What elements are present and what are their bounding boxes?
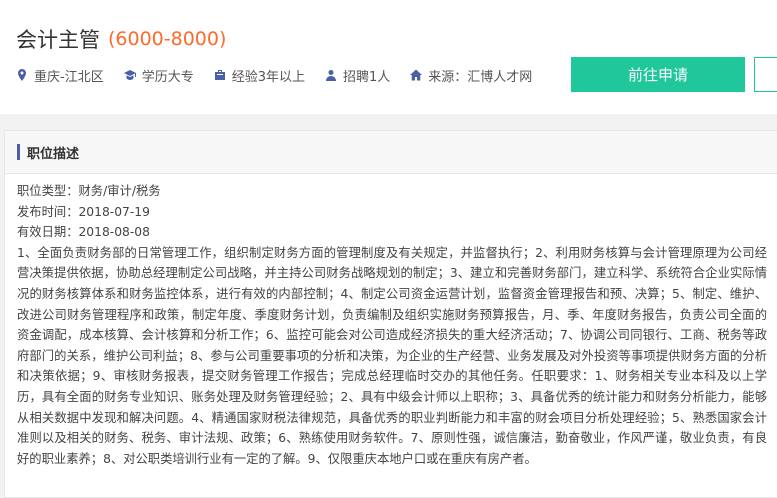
section-body: 职位类型：财务/审计/税务 发布时间：2018-07-19 有效日期：2018-… (17, 181, 767, 469)
meta-source: 来源：汇博人才网 (410, 66, 532, 85)
section-header: 职位描述 (5, 131, 777, 174)
publish-date: 发布时间：2018-07-19 (17, 204, 150, 219)
secondary-action-button[interactable] (754, 57, 777, 92)
home-icon (410, 69, 423, 81)
briefcase-icon (214, 70, 225, 80)
experience-text: 经验3年以上 (231, 69, 305, 85)
location-pin-icon (18, 69, 26, 81)
person-icon (326, 70, 336, 81)
meta-location: 重庆-江北区 (16, 66, 104, 85)
salary-range: (6000-8000) (108, 28, 227, 50)
job-title: 会计主管 (16, 28, 100, 52)
section-accent-bar (17, 144, 20, 160)
education-text: 学历大专 (141, 69, 194, 85)
job-category: 职位类型：财务/审计/税务 (17, 184, 161, 198)
job-description: 1、全面负责财务部的日常管理工作，组织制定财务方面的管理制度及有关规定，并监督执… (17, 245, 767, 466)
job-description-card: 职位描述 职位类型：财务/审计/税务 发布时间：2018-07-19 有效日期：… (4, 130, 777, 498)
headcount-text: 招聘1人 (343, 69, 391, 85)
location-text: 重庆-江北区 (34, 69, 104, 85)
meta-education: 学历大专 (123, 66, 194, 85)
meta-headcount: 招聘1人 (325, 66, 390, 85)
apply-button[interactable]: 前往申请 (571, 57, 745, 92)
source-text: 来源：汇博人才网 (428, 69, 533, 85)
graduation-cap-icon (123, 70, 136, 80)
job-header: 会计主管 (6000-8000) 重庆-江北区 学历大专 经验3年以上 招聘1人 … (0, 0, 777, 114)
section-title: 职位描述 (27, 147, 80, 162)
meta-experience: 经验3年以上 (214, 66, 305, 85)
job-meta: 重庆-江北区 学历大专 经验3年以上 招聘1人 来源：汇博人才网 (16, 65, 552, 85)
expire-date: 有效日期：2018-08-08 (17, 225, 150, 240)
title-row: 会计主管 (6000-8000) (16, 24, 226, 54)
